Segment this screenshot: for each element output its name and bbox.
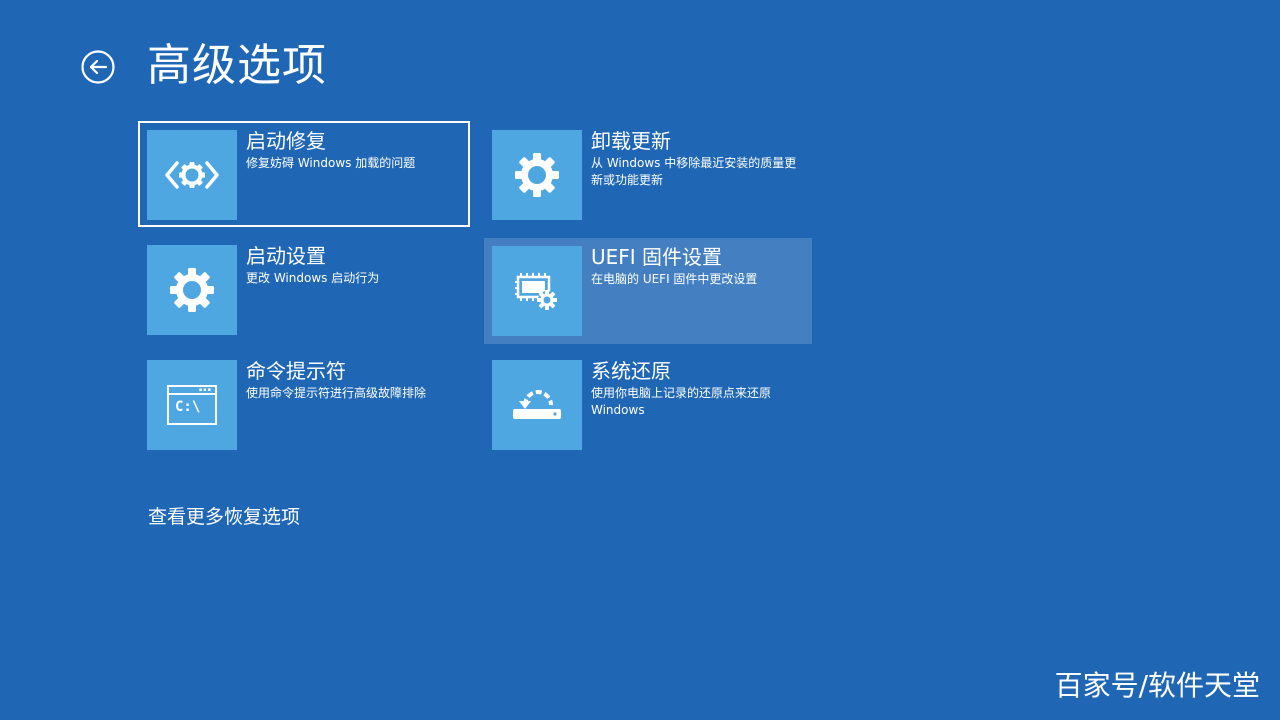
uninstall-updates-icon-box bbox=[492, 130, 582, 220]
option-description: 从 Windows 中移除最近安装的质量更新或功能更新 bbox=[591, 156, 797, 187]
option-title: 系统还原 bbox=[591, 359, 671, 383]
command-prompt-icon-box: ▪▪▪ C:\ bbox=[147, 360, 237, 450]
option-description: 使用你电脑上记录的还原点来还原 Windows bbox=[591, 386, 772, 417]
page-title: 高级选项 bbox=[147, 40, 327, 91]
gear-icon bbox=[170, 268, 214, 312]
system-restore-icon-box bbox=[492, 360, 582, 450]
option-description: 在电脑的 UEFI 固件中更改设置 bbox=[591, 272, 758, 286]
system-restore-icon bbox=[513, 390, 561, 419]
watermark-text: 百家号/软件天堂 bbox=[1054, 669, 1260, 702]
option-system-restore[interactable]: 系统还原 使用你电脑上记录的还原点来还原 Windows bbox=[484, 352, 814, 456]
option-uninstall-updates[interactable]: 卸载更新 从 Windows 中移除最近安装的质量更新或功能更新 bbox=[484, 122, 814, 226]
option-title: UEFI 固件设置 bbox=[591, 245, 723, 269]
option-description: 使用命令提示符进行高级故障排除 bbox=[246, 386, 427, 400]
option-uefi-firmware-settings[interactable]: UEFI 固件设置 在电脑的 UEFI 固件中更改设置 bbox=[484, 238, 812, 344]
back-arrow-circle-icon bbox=[81, 50, 115, 84]
startup-repair-gear-icon bbox=[165, 161, 219, 189]
option-title: 启动修复 bbox=[246, 129, 326, 153]
option-command-prompt[interactable]: ▪▪▪ C:\ 命令提示符 使用命令提示符进行高级故障排除 bbox=[139, 352, 469, 456]
uefi-firmware-icon-box bbox=[492, 246, 582, 336]
startup-repair-icon-box bbox=[147, 130, 237, 220]
back-button[interactable] bbox=[81, 50, 115, 84]
option-description: 更改 Windows 启动行为 bbox=[246, 271, 380, 285]
option-startup-repair[interactable]: 启动修复 修复妨碍 Windows 加载的问题 bbox=[138, 121, 470, 227]
gear-icon bbox=[515, 153, 559, 197]
firmware-chip-gear-icon bbox=[515, 273, 557, 310]
more-recovery-options-link[interactable]: 查看更多恢复选项 bbox=[148, 504, 300, 530]
startup-settings-icon-box bbox=[147, 245, 237, 335]
option-description: 修复妨碍 Windows 加载的问题 bbox=[246, 156, 416, 170]
option-startup-settings[interactable]: 启动设置 更改 Windows 启动行为 bbox=[139, 237, 469, 341]
option-title: 命令提示符 bbox=[246, 359, 346, 383]
option-title: 卸载更新 bbox=[591, 129, 671, 153]
option-title: 启动设置 bbox=[246, 244, 326, 268]
command-prompt-icon: ▪▪▪ C:\ bbox=[167, 385, 217, 425]
